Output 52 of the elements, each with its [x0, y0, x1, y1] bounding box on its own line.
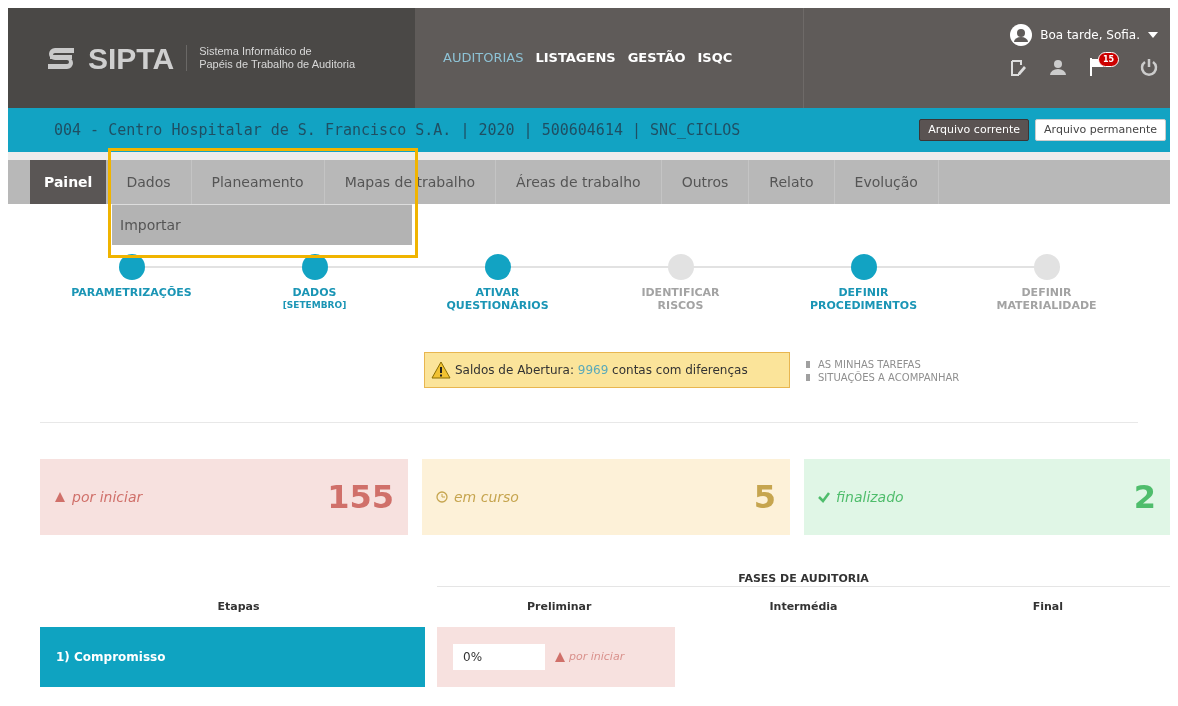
nav-link[interactable]: LISTAGENS [535, 48, 616, 68]
check-icon [818, 491, 830, 503]
logo-text: SIPTA [88, 40, 175, 77]
nav-tab[interactable]: Outros [661, 160, 750, 204]
status-label: por iniciar [569, 648, 625, 665]
nav-link[interactable]: GESTÃO [627, 48, 686, 68]
task-link[interactable]: SITUAÇÕES A ACOMPANHAR [818, 371, 960, 384]
menu-item[interactable]: Importar [112, 205, 412, 245]
table-group-header: FASES DE AUDITORIA [738, 572, 869, 585]
status-label: por iniciar [72, 487, 143, 507]
alert-text: Saldos de Abertura: 9969 contas com diferenças [455, 362, 748, 379]
logo-subtitle: Sistema Informático de Papéis de Trabalho de Auditoria [186, 45, 356, 71]
step-label[interactable]: DADOS [292, 286, 337, 299]
archive-button[interactable]: Arquivo corrente [919, 119, 1030, 141]
stage-cell[interactable]: 1) Compromisso [40, 627, 425, 687]
warning-icon [555, 652, 565, 662]
clipboard-edit-icon[interactable] [1010, 58, 1026, 76]
status-count: 5 [753, 477, 776, 518]
step-label[interactable]: PARAMETRIZAÇÕES [71, 286, 192, 299]
step-label[interactable]: DEFINIR MATERIALIDADE [996, 286, 1097, 312]
column-header: Etapas [217, 599, 260, 613]
archive-button[interactable]: Arquivo permanente [1035, 119, 1166, 141]
nav-tab[interactable]: Relato [749, 160, 835, 204]
step-note: [SETEMBRO] [282, 299, 347, 312]
nav-link[interactable]: ISQC [697, 48, 733, 68]
status-count: 155 [327, 477, 394, 518]
status-label: em curso [454, 487, 519, 507]
logo-icon [46, 45, 76, 71]
avatar-icon [1010, 24, 1033, 46]
column-header: Final [1032, 599, 1063, 613]
nav-tab[interactable]: Evolução [834, 160, 939, 204]
audit-context-title: 004 - Centro Hospitalar de S. Francisco S.A. | 2020 | 500604614 | SNC_CICLOS [54, 119, 741, 141]
warning-icon [431, 361, 451, 379]
warning-icon [54, 491, 66, 503]
column-header: Preliminar [526, 599, 592, 613]
status-label: finalizado [836, 487, 904, 507]
status-count: 2 [1133, 477, 1156, 518]
power-icon[interactable] [1140, 58, 1158, 76]
step-label[interactable]: DEFINIR PROCEDIMENTOS [809, 286, 918, 312]
step-label[interactable]: ATIVAR QUESTIONÁRIOS [446, 286, 549, 312]
step-label[interactable]: IDENTIFICAR RISCOS [641, 286, 720, 312]
percent-field[interactable]: 0% [453, 644, 545, 670]
column-header: Intermédia [769, 599, 838, 613]
user-menu[interactable]: Boa tarde, Sofia. [1040, 26, 1158, 44]
notification-badge: 15 [1098, 52, 1120, 67]
caret-icon [1148, 32, 1158, 38]
task-link[interactable]: AS MINHAS TAREFAS [818, 358, 921, 371]
user-icon[interactable] [1050, 59, 1066, 75]
clock-icon [436, 491, 448, 503]
nav-link[interactable]: AUDITORIAS [443, 48, 524, 68]
nav-tab[interactable]: Painel [30, 160, 107, 204]
nav-tab[interactable]: Áreas de trabalho [496, 160, 662, 204]
